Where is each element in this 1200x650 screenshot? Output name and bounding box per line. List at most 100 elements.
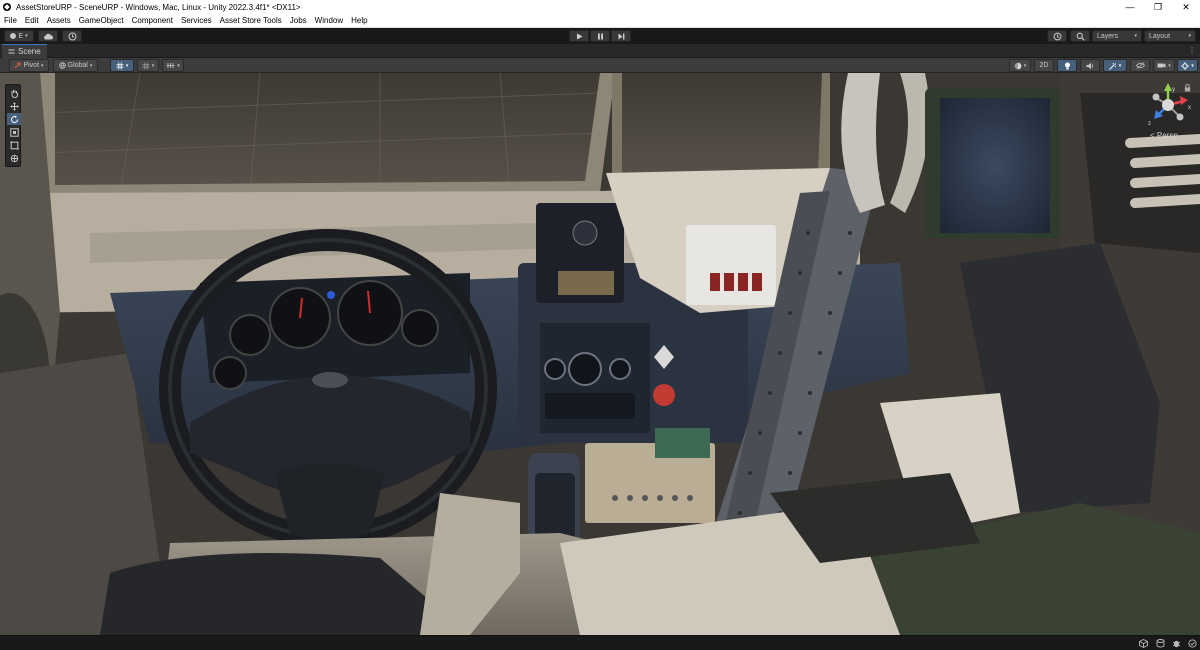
history-icon <box>1053 32 1061 40</box>
menu-gameobject[interactable]: GameObject <box>75 16 128 25</box>
lighting-toggle[interactable] <box>1057 59 1077 72</box>
chevron-down-icon: ▾ <box>1168 62 1171 69</box>
chevron-down-icon: ▾ <box>151 62 155 69</box>
pivot-dropdown[interactable]: Pivot ▾ <box>9 59 49 72</box>
gizmo-axis-z: z <box>1148 121 1151 127</box>
snap-increment-dropdown[interactable]: ▾ <box>137 59 159 72</box>
truck-cab-interior-render <box>0 73 1200 635</box>
chevron-down-icon: ▾ <box>1118 62 1122 69</box>
search-icon <box>1076 32 1085 41</box>
increment-snap-icon <box>166 63 175 68</box>
effects-icon <box>1108 62 1116 70</box>
scene-tools-palette <box>5 84 21 167</box>
menu-jobs[interactable]: Jobs <box>286 16 311 25</box>
window-title-bar: AssetStoreURP - SceneURP - Windows, Mac,… <box>0 0 1200 14</box>
cloud-button[interactable] <box>38 30 58 42</box>
shading-sphere-icon <box>1014 62 1022 69</box>
scale-icon <box>9 127 19 137</box>
projection-label[interactable]: < Persp <box>1150 131 1178 140</box>
unity-logo-icon <box>3 3 11 11</box>
menu-file[interactable]: File <box>0 16 21 25</box>
check-circle-icon[interactable] <box>1187 638 1198 649</box>
menu-assets[interactable]: Assets <box>43 16 75 25</box>
chevron-down-icon: ▾ <box>41 62 44 69</box>
pivot-label: Pivot <box>23 62 40 69</box>
chevron-down-icon: ▾ <box>125 62 129 69</box>
menu-window[interactable]: Window <box>311 16 347 25</box>
debug-icon[interactable] <box>1171 638 1182 649</box>
kebab-menu-icon[interactable]: ⋮ <box>1188 46 1196 55</box>
scene-grid-icon <box>8 49 15 54</box>
account-dropdown[interactable]: E ▾ <box>4 30 34 42</box>
collab-button[interactable] <box>62 30 82 42</box>
move-tool-button[interactable] <box>7 100 21 112</box>
scene-toolbar: Pivot ▾ Global ▾ ▾ ▾ ▾ ▾ 2D ▾ ▾ ▾ <box>0 58 1200 73</box>
menu-edit[interactable]: Edit <box>21 16 43 25</box>
grid-icon <box>116 62 124 69</box>
globe-icon <box>58 62 66 69</box>
close-button[interactable]: ✕ <box>1172 0 1200 14</box>
pause-button[interactable] <box>590 30 610 42</box>
chevron-down-icon: ▾ <box>89 62 93 69</box>
tab-scene[interactable]: Scene <box>2 44 47 58</box>
main-toolbar: E ▾ Layers ▾ Layout ▾ <box>0 28 1200 44</box>
rect-tool-button[interactable] <box>7 139 21 151</box>
menu-component[interactable]: Component <box>128 16 177 25</box>
speaker-icon <box>1086 62 1094 69</box>
menu-services[interactable]: Services <box>177 16 216 25</box>
scene-visibility-toggle[interactable] <box>1130 59 1150 72</box>
account-icon <box>10 33 17 39</box>
play-button[interactable] <box>569 30 589 42</box>
chevron-down-icon: ▾ <box>25 33 28 39</box>
hand-icon <box>11 89 18 98</box>
axis-gizmo-icon: y x z <box>1148 83 1191 127</box>
step-button[interactable] <box>611 30 631 42</box>
move-icon <box>9 101 19 111</box>
transform-tool-button[interactable] <box>7 152 21 164</box>
package-manager-icon[interactable] <box>1138 638 1149 649</box>
rect-icon <box>9 140 19 150</box>
layers-label: Layers <box>1097 32 1119 40</box>
global-label: Global <box>67 62 88 69</box>
database-icon[interactable] <box>1155 638 1166 649</box>
rotate-tool-button[interactable] <box>7 113 21 125</box>
eye-slash-icon <box>1135 62 1145 69</box>
window-title: AssetStoreURP - SceneURP - Windows, Mac,… <box>16 2 301 12</box>
toggle-2d-label: 2D <box>1039 62 1049 69</box>
account-label: E <box>18 32 24 40</box>
grid-snap-toggle[interactable]: ▾ <box>110 59 134 72</box>
gizmo-axis-y: y <box>1172 87 1175 93</box>
layout-label: Layout <box>1149 32 1171 40</box>
chevron-down-icon: ▾ <box>1191 62 1194 69</box>
orientation-gizmo[interactable]: y x z < Persp <box>1142 83 1194 143</box>
global-dropdown[interactable]: Global ▾ <box>53 59 98 72</box>
increment-snap-dropdown[interactable]: ▾ <box>162 59 184 72</box>
chevron-down-icon: ▾ <box>177 62 180 69</box>
step-icon <box>618 33 624 39</box>
status-bar <box>0 635 1200 650</box>
effects-dropdown[interactable]: ▾ <box>1103 59 1127 72</box>
undo-history-button[interactable] <box>1047 30 1067 42</box>
search-button[interactable] <box>1070 30 1090 42</box>
gizmo-axis-x: x <box>1188 105 1191 111</box>
camera-icon <box>1157 63 1166 68</box>
minimize-button[interactable]: — <box>1116 0 1144 14</box>
playmode-controls <box>569 30 631 42</box>
scale-tool-button[interactable] <box>7 126 21 138</box>
scene-viewport[interactable]: y x z < Persp <box>0 73 1200 635</box>
layers-dropdown[interactable]: Layers ▾ <box>1092 30 1142 42</box>
chevron-down-icon: ▾ <box>1134 33 1137 39</box>
restore-button[interactable]: ❐ <box>1144 0 1172 14</box>
toggle-2d-button[interactable]: 2D <box>1034 59 1054 72</box>
draw-mode-dropdown[interactable]: ▾ <box>1009 59 1031 72</box>
audio-toggle[interactable] <box>1080 59 1100 72</box>
menu-help[interactable]: Help <box>347 16 371 25</box>
hand-tool-button[interactable] <box>7 87 21 99</box>
chevron-down-icon: ▾ <box>1188 33 1191 39</box>
transform-icon <box>10 154 18 162</box>
layout-dropdown[interactable]: Layout ▾ <box>1144 30 1196 42</box>
snap-grid-icon <box>142 62 150 69</box>
gizmos-dropdown[interactable]: ▾ <box>1177 59 1198 72</box>
camera-settings-dropdown[interactable]: ▾ <box>1153 59 1175 72</box>
menu-asset-store-tools[interactable]: Asset Store Tools <box>216 16 286 25</box>
